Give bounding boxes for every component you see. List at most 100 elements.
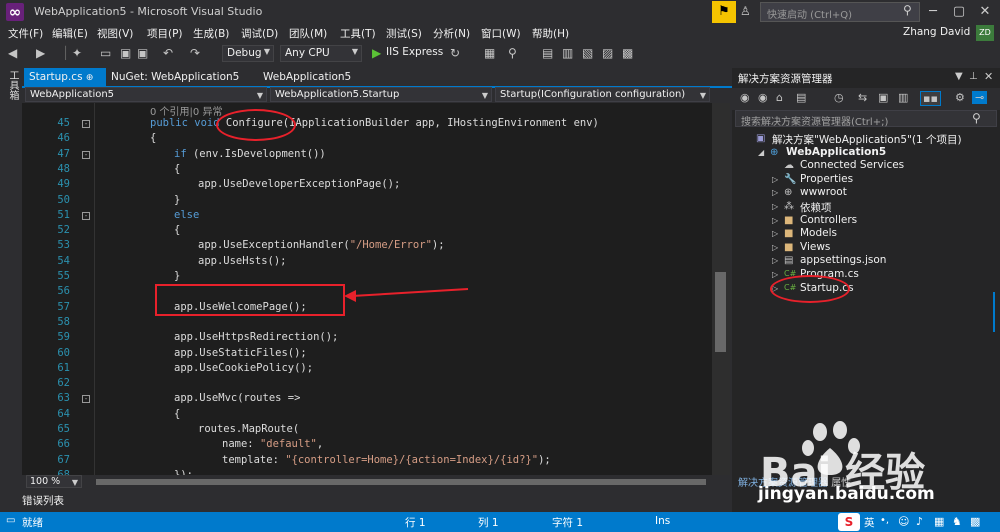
- notification-flag-icon[interactable]: ⚑: [712, 1, 736, 23]
- show-all-icon[interactable]: ▥: [898, 91, 908, 104]
- menu-file[interactable]: 文件(F): [8, 26, 43, 41]
- line-number: 58: [57, 315, 70, 328]
- member-nav-dropdown[interactable]: Startup(IConfiguration configuration) ▼: [495, 87, 710, 102]
- class-nav-dropdown[interactable]: WebApplication5.Startup ▼: [270, 87, 492, 102]
- menu-test[interactable]: 测试(S): [386, 26, 422, 41]
- collapse-toggle[interactable]: -: [82, 120, 90, 128]
- expand-arrow-icon[interactable]: ▷: [772, 243, 778, 252]
- expand-arrow-icon[interactable]: ▷: [772, 256, 778, 265]
- expand-arrow-icon[interactable]: ▷: [772, 216, 778, 225]
- refresh-icon[interactable]: ⇆: [858, 91, 867, 104]
- wrench-icon[interactable]: ⚙: [955, 91, 965, 104]
- expand-arrow-icon[interactable]: ◢: [758, 148, 764, 157]
- maximize-button[interactable]: ▢: [948, 2, 970, 22]
- home-icon[interactable]: ⌂: [776, 91, 783, 104]
- tab-startup-cs[interactable]: Startup.cs ⊕ ×: [24, 68, 106, 102]
- toolbar-icon[interactable]: ▨: [602, 46, 613, 60]
- keyboard-icon[interactable]: ▦: [934, 515, 944, 528]
- platform-dropdown[interactable]: Any CPU ▼: [280, 45, 362, 62]
- close-panel-icon[interactable]: ✕: [984, 70, 993, 83]
- skin-icon[interactable]: ♞: [952, 515, 962, 528]
- menu-team[interactable]: 团队(M): [289, 26, 327, 41]
- back-icon[interactable]: ◉: [740, 91, 750, 104]
- line-number: 51: [57, 208, 70, 221]
- mic-icon[interactable]: ♪: [916, 515, 923, 528]
- vertical-scroll-thumb[interactable]: [715, 272, 726, 352]
- expand-arrow-icon[interactable]: ▷: [772, 175, 778, 184]
- codelens[interactable]: 0 个引用|0 异常: [150, 103, 222, 118]
- toolbar-icon[interactable]: ▧: [582, 46, 593, 60]
- error-list-tab[interactable]: 错误列表: [22, 493, 64, 510]
- menu-tools[interactable]: 工具(T): [340, 26, 376, 41]
- toolbar-icon[interactable]: ▤: [542, 46, 553, 60]
- punct-icon[interactable]: •,: [880, 515, 889, 526]
- dependencies-icon: ⁂: [784, 201, 794, 212]
- zoom-dropdown[interactable]: 100 % ▼: [26, 475, 82, 488]
- save-icon[interactable]: ▣: [120, 46, 131, 60]
- open-file-icon[interactable]: ▭: [100, 46, 111, 60]
- tab-webapplication5[interactable]: WebApplication5: [258, 68, 356, 86]
- collapse-toggle[interactable]: -: [82, 211, 90, 220]
- search-icon[interactable]: ⚲: [903, 3, 912, 17]
- tree-scroll-indicator: [993, 292, 995, 332]
- pin-icon[interactable]: ⊥: [969, 71, 978, 82]
- menu-help[interactable]: 帮助(H): [532, 26, 569, 41]
- solution-search-input[interactable]: 搜索解决方案资源管理器(Ctrl+;): [735, 110, 997, 128]
- sync-icon[interactable]: ▤: [796, 91, 806, 104]
- expand-arrow-icon[interactable]: ▷: [772, 270, 778, 279]
- history-icon[interactable]: ◷: [834, 91, 844, 104]
- separator-icon: │: [62, 46, 70, 60]
- project-nav-dropdown[interactable]: WebApplication5 ▼: [25, 87, 267, 102]
- toolbox-tab[interactable]: 工具箱: [4, 70, 18, 100]
- redo-icon[interactable]: ↷: [190, 46, 200, 60]
- toolbar: [0, 43, 1000, 65]
- menu-window[interactable]: 窗口(W): [481, 26, 521, 41]
- menu-build[interactable]: 生成(B): [193, 26, 229, 41]
- find-icon[interactable]: ⚲: [508, 46, 517, 60]
- new-project-icon[interactable]: ✦: [72, 46, 82, 60]
- menu-analyze[interactable]: 分析(N): [433, 26, 470, 41]
- menu-debug[interactable]: 调试(D): [241, 26, 278, 41]
- back-icon[interactable]: ◀: [8, 46, 17, 60]
- close-button[interactable]: ✕: [974, 2, 996, 22]
- forward-icon[interactable]: ▶: [36, 46, 45, 60]
- ime-mode[interactable]: 英: [864, 515, 875, 530]
- properties-icon[interactable]: ▪▪: [920, 91, 941, 106]
- undo-icon[interactable]: ↶: [163, 46, 173, 60]
- emoji-icon[interactable]: ☺: [898, 515, 909, 528]
- grid-icon[interactable]: ▩: [970, 515, 980, 528]
- minimize-button[interactable]: ─: [922, 2, 944, 22]
- quick-launch-input[interactable]: 快速启动 (Ctrl+Q): [760, 2, 920, 22]
- avatar[interactable]: ZD: [976, 25, 994, 41]
- search-icon[interactable]: ⚲: [972, 111, 981, 125]
- save-all-icon[interactable]: ▣: [137, 46, 148, 60]
- preview-icon[interactable]: ⊸: [972, 91, 988, 104]
- horizontal-scroll-thumb[interactable]: [96, 479, 706, 485]
- code-line: app.UseCookiePolicy();: [174, 361, 314, 374]
- user-name[interactable]: Zhang David: [903, 26, 970, 38]
- collapse-icon[interactable]: ▣: [878, 91, 888, 104]
- run-target-button[interactable]: IIS Express: [386, 46, 443, 58]
- refresh-icon[interactable]: ↻: [450, 46, 460, 60]
- dropdown-icon[interactable]: ▼: [955, 71, 963, 82]
- collapse-toggle[interactable]: -: [82, 395, 90, 404]
- configuration-dropdown[interactable]: Debug ▼: [222, 45, 274, 62]
- toolbar-icon[interactable]: ▩: [622, 46, 633, 60]
- tab-nuget[interactable]: NuGet: WebApplication5: [106, 68, 244, 86]
- menu-project[interactable]: 项目(P): [147, 26, 183, 41]
- tree-item-label: WebApplication5: [786, 145, 887, 158]
- start-debug-icon[interactable]: ▶: [372, 46, 381, 60]
- folder-icon: ■: [784, 228, 794, 240]
- expand-arrow-icon[interactable]: ▷: [772, 188, 778, 197]
- menu-edit[interactable]: 编辑(E): [52, 26, 88, 41]
- menu-view[interactable]: 视图(V): [97, 26, 133, 41]
- toolbar-icon[interactable]: ▥: [562, 46, 573, 60]
- forward-icon[interactable]: ◉: [758, 91, 768, 104]
- toolbox-icon[interactable]: ▦: [484, 46, 495, 60]
- expand-arrow-icon[interactable]: ▷: [772, 229, 778, 238]
- expand-arrow-icon[interactable]: ▷: [772, 202, 778, 211]
- sogou-ime-icon[interactable]: S: [838, 513, 860, 531]
- feedback-icon[interactable]: ♙: [740, 4, 751, 18]
- line-number: 66: [57, 438, 70, 451]
- collapse-toggle[interactable]: -: [82, 150, 90, 159]
